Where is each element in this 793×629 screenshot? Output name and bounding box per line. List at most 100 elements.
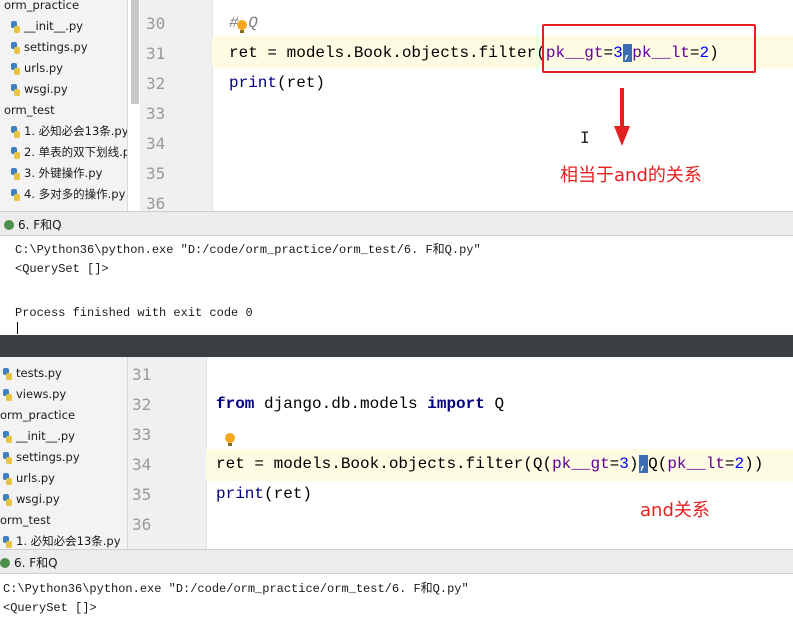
python-file-icon — [2, 367, 13, 380]
code-token: = — [609, 455, 620, 473]
run-tool-window-header[interactable]: 6. F和Q — [0, 549, 793, 574]
text-cursor-icon: I — [580, 128, 590, 147]
run-tool-window-header[interactable]: 6. F和Q — [0, 211, 793, 236]
line-number: 33 — [146, 104, 166, 123]
tree-file-3[interactable]: 3. 外键操作.py — [10, 163, 102, 184]
line-number: 34 — [132, 455, 152, 474]
python-file-icon — [2, 493, 13, 506]
tree-file-urls[interactable]: urls.py — [2, 468, 55, 489]
tree-file-settings[interactable]: settings.py — [2, 447, 80, 468]
console-line: <QuerySet []> — [3, 601, 97, 615]
code-number: 3 — [619, 455, 629, 473]
tree-file-init[interactable]: __init__.py — [10, 16, 83, 37]
highlight-box — [542, 24, 756, 73]
code-comment: # Q — [229, 14, 258, 32]
line-number: 33 — [132, 425, 152, 444]
code-token: )) — [744, 455, 764, 473]
tree-scrollbar[interactable] — [131, 0, 139, 104]
code-token: ret = models.Book.objects.filter(Q( — [216, 455, 553, 473]
code-token: (ret) — [277, 74, 326, 92]
python-file-icon — [2, 430, 13, 443]
python-file-icon — [10, 125, 21, 138]
tree-item-label: orm_practice — [4, 0, 80, 12]
arrow-down-icon — [614, 88, 630, 146]
tree-item-label: 1. 必知必会13条.py — [24, 124, 128, 138]
python-file-icon — [10, 20, 21, 33]
tree-folder-orm-test[interactable]: orm_test — [4, 100, 55, 121]
python-file-icon — [10, 62, 21, 75]
run-icon — [0, 558, 10, 568]
code-token: ) — [628, 455, 639, 473]
tree-file-settings[interactable]: settings.py — [10, 37, 88, 58]
line-number: 32 — [146, 74, 166, 93]
code-token: = — [724, 455, 735, 473]
tree-file-wsgi[interactable]: wsgi.py — [2, 489, 60, 510]
code-kwarg: pk__lt — [667, 455, 725, 473]
tree-file-1[interactable]: 1. 必知必会13条.py — [10, 121, 128, 142]
tree-item-label: urls.py — [16, 471, 55, 485]
annotation-text: 相当于and的关系 — [560, 165, 702, 186]
tree-item-label: orm_practice — [0, 408, 76, 422]
console-caret — [17, 322, 18, 334]
code-token: (ret) — [264, 485, 313, 503]
python-file-icon — [10, 83, 21, 96]
line-number: 32 — [132, 395, 152, 414]
tree-file-4[interactable]: 4. 多对多的操作.py — [10, 184, 125, 205]
python-file-icon — [10, 146, 21, 159]
tree-item-label: settings.py — [24, 40, 88, 54]
annotation-text: and关系 — [640, 500, 710, 521]
tree-item-label: __init__.py — [24, 19, 83, 33]
code-builtin: print — [229, 74, 278, 92]
tree-file-init[interactable]: __init__.py — [2, 426, 75, 447]
code-keyword: import — [427, 395, 485, 413]
line-number: 30 — [146, 14, 166, 33]
code-comma-highlight: , — [638, 455, 649, 473]
tree-item-label: orm_test — [0, 513, 51, 527]
tree-item-label: views.py — [16, 387, 67, 401]
tree-file-tests[interactable]: tests.py — [2, 363, 62, 384]
python-file-icon — [10, 41, 21, 54]
run-tab[interactable]: 6. F和Q — [0, 554, 58, 572]
tree-file-urls[interactable]: urls.py — [10, 58, 63, 79]
line-number: 31 — [146, 44, 166, 63]
code-line-import: from django.db.models import Q — [216, 395, 504, 413]
line-number: 31 — [132, 365, 152, 384]
tree-file-wsgi[interactable]: wsgi.py — [10, 79, 68, 100]
tree-item-label: orm_test — [4, 103, 55, 117]
python-file-icon — [2, 472, 13, 485]
tree-folder-orm-practice[interactable]: orm_practice — [0, 405, 75, 426]
run-tab-label: 6. F和Q — [18, 218, 62, 232]
code-line-print: print(ret) — [229, 74, 325, 92]
tree-item-label: urls.py — [24, 61, 63, 75]
line-number: 35 — [146, 164, 166, 183]
tree-file-views[interactable]: views.py — [2, 384, 66, 405]
run-icon — [4, 220, 14, 230]
python-file-icon — [2, 388, 13, 401]
code-token: django.db.models — [254, 395, 428, 413]
console-line: <QuerySet []> — [15, 262, 109, 276]
tree-folder-orm-practice[interactable]: orm_practice — [4, 0, 79, 16]
run-console[interactable]: C:\Python36\python.exe "D:/code/orm_prac… — [0, 236, 793, 335]
console-line: C:\Python36\python.exe "D:/code/orm_prac… — [15, 243, 481, 257]
python-file-icon — [2, 451, 13, 464]
tree-item-label: wsgi.py — [16, 492, 60, 506]
console-line: C:\Python36\python.exe "D:/code/orm_prac… — [3, 582, 469, 596]
line-number: 35 — [132, 485, 152, 504]
tree-file-2[interactable]: 2. 单表的双下划线.py — [10, 142, 127, 163]
console-line: Process finished with exit code 0 — [15, 306, 253, 320]
tree-item-label: __init__.py — [16, 429, 75, 443]
code-builtin: print — [216, 485, 265, 503]
bottom-ide-panel: tests.py views.py orm_practice __init__.… — [0, 357, 793, 629]
tree-item-label: 4. 多对多的操作.py — [24, 187, 126, 201]
run-console[interactable]: C:\Python36\python.exe "D:/code/orm_prac… — [0, 574, 793, 629]
python-file-icon — [10, 167, 21, 180]
tree-item-label: tests.py — [16, 366, 62, 380]
tree-folder-orm-test[interactable]: orm_test — [0, 510, 51, 531]
tree-item-label: settings.py — [16, 450, 80, 464]
run-tab[interactable]: 6. F和Q — [4, 216, 62, 234]
code-token: Q — [484, 395, 505, 413]
python-file-icon — [2, 535, 13, 548]
code-token: ret = models.Book.objects.filter — [229, 44, 537, 62]
top-ide-panel: orm_practice __init__.py settings.py url… — [0, 0, 793, 335]
lightbulb-icon[interactable] — [225, 433, 235, 446]
